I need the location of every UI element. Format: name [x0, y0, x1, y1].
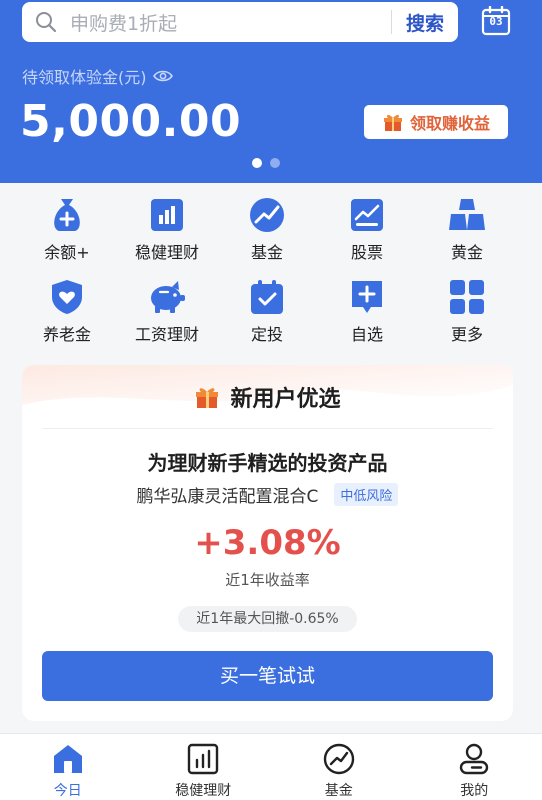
- trend-circle-icon: [323, 743, 354, 775]
- shortcut-dingtou[interactable]: 定投: [217, 277, 317, 345]
- claim-button-label: 领取赚收益: [409, 114, 490, 133]
- shortcut-wenjian[interactable]: 稳健理财: [117, 195, 217, 263]
- shortcut-label: 余额+: [44, 243, 90, 262]
- shortcut-yanglao[interactable]: 养老金: [17, 277, 117, 345]
- card-title: 新用户优选: [22, 381, 513, 413]
- search-input[interactable]: 申购费1折起: [70, 9, 391, 36]
- bar-chart-icon: [188, 743, 219, 775]
- tab-today[interactable]: 今日: [0, 734, 136, 800]
- search-icon: [36, 12, 57, 33]
- shortcut-label: 定投: [250, 325, 283, 344]
- more-grid-icon: [450, 280, 484, 314]
- balance-label: 待领取体验金(元): [22, 64, 173, 88]
- shortcut-gongzi[interactable]: 工资理财: [117, 277, 217, 345]
- fund-name[interactable]: 鹏华弘康灵活配置混合C: [137, 482, 319, 507]
- shortcut-label: 养老金: [42, 325, 91, 344]
- shortcut-more[interactable]: 更多: [417, 277, 517, 345]
- shortcut-label: 黄金: [450, 243, 483, 262]
- search-button[interactable]: 搜索: [392, 9, 458, 36]
- risk-badge: 中低风险: [334, 483, 399, 506]
- stock-chart-icon: [351, 199, 383, 231]
- shortcut-huangjin[interactable]: 黄金: [417, 195, 517, 263]
- header-banner: 申购费1折起 搜索 03 待领取体验金(元) 5,000.00 领取赚收益: [0, 0, 542, 183]
- calendar-check-icon: [251, 280, 283, 314]
- shortcut-label: 自选: [350, 325, 383, 344]
- new-user-card: 新用户优选 为理财新手精选的投资产品 鹏华弘康灵活配置混合C 中低风险 +3.0…: [22, 365, 513, 721]
- gold-bars-icon: [449, 199, 485, 230]
- carousel-dot: [270, 158, 280, 168]
- claim-button[interactable]: 领取赚收益: [364, 105, 508, 139]
- balance-value: 5,000.00: [20, 96, 242, 147]
- shortcut-label: 股票: [350, 243, 383, 262]
- bottom-tab-bar: 今日 稳健理财 基金 我的: [0, 733, 542, 800]
- tab-mine[interactable]: 我的: [407, 734, 542, 800]
- balance-label-text: 待领取体验金(元): [22, 68, 147, 87]
- shortcut-jijin[interactable]: 基金: [217, 195, 317, 263]
- gift-icon: [383, 114, 402, 131]
- heart-shield-icon: [52, 280, 82, 314]
- return-rate: +3.08%: [194, 523, 341, 563]
- card-headline: 为理财新手精选的投资产品: [147, 451, 388, 475]
- shortcut-grid: 余额+ 稳健理财 基金 股票 黄金 养老金 工资理财 定投 自选 更多: [17, 195, 517, 345]
- piggy-bank-icon: [151, 281, 185, 313]
- tab-label: 基金: [324, 783, 353, 799]
- shortcut-label: 工资理财: [134, 325, 199, 344]
- drawdown-pill: 近1年最大回撤-0.65%: [178, 606, 357, 632]
- tab-jijin[interactable]: 基金: [271, 734, 407, 800]
- card-divider: [42, 428, 493, 429]
- eye-icon[interactable]: [152, 69, 173, 83]
- bar-chart-icon: [151, 199, 183, 231]
- shortcut-yue-plus[interactable]: 余额+: [17, 195, 117, 263]
- add-bookmark-icon: [352, 281, 382, 313]
- shortcut-gupiao[interactable]: 股票: [317, 195, 417, 263]
- card-title-text: 新用户优选: [230, 387, 341, 412]
- trend-circle-icon: [250, 198, 284, 232]
- search-bar[interactable]: 申购费1折起 搜索: [22, 2, 458, 42]
- carousel-dot-active: [252, 158, 262, 168]
- return-rate-label: 近1年收益率: [225, 571, 310, 589]
- tab-label: 我的: [460, 783, 489, 799]
- buy-button[interactable]: 买一笔试试: [42, 651, 493, 701]
- tab-label: 今日: [53, 783, 82, 799]
- calendar-day: 03: [489, 15, 503, 28]
- tab-label: 稳健理财: [175, 783, 232, 799]
- shortcut-zixuan[interactable]: 自选: [317, 277, 417, 345]
- money-bag-icon: [54, 199, 80, 231]
- shortcut-label: 更多: [450, 325, 483, 344]
- user-icon: [460, 743, 489, 775]
- shortcut-label: 基金: [250, 243, 283, 262]
- fund-row: 鹏华弘康灵活配置混合C 中低风险: [22, 482, 513, 507]
- home-icon: [53, 745, 82, 773]
- gift-icon: [196, 388, 219, 408]
- tab-wenjian[interactable]: 稳健理财: [136, 734, 272, 800]
- shortcut-label: 稳健理财: [134, 243, 199, 262]
- carousel-indicator: [252, 158, 280, 168]
